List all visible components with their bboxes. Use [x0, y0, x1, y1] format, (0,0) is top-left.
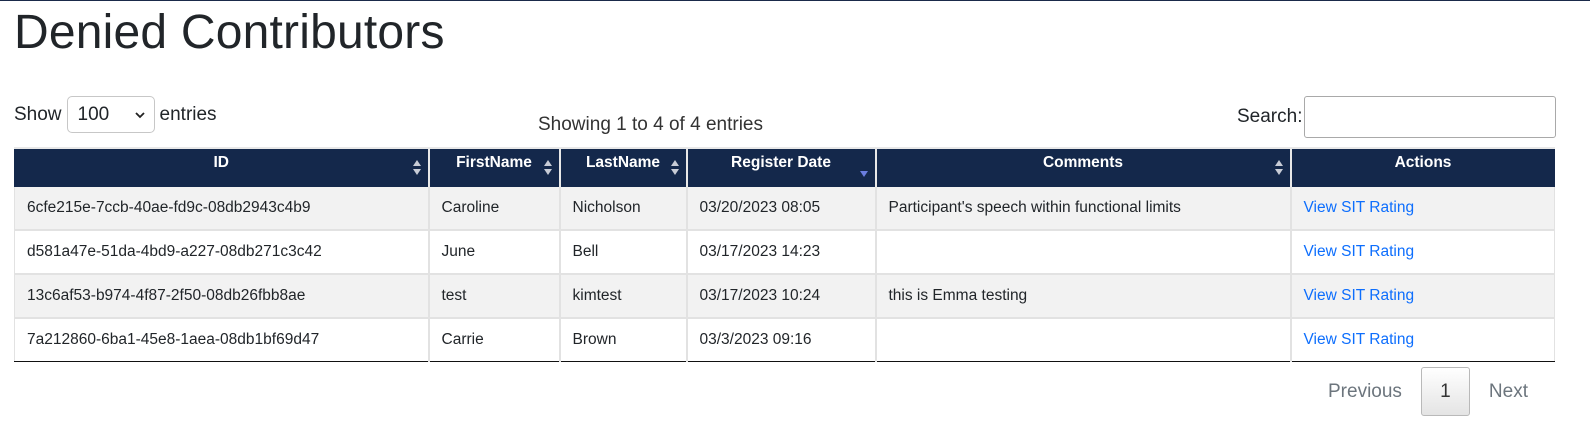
sort-both-icon	[412, 160, 421, 175]
table-row: 7a212860-6ba1-45e8-1aea-08db1bf69d47 Carr…	[14, 318, 1555, 362]
view-sit-rating-link[interactable]: View SIT Rating	[1304, 287, 1415, 304]
cell-id: 6cfe215e-7ccb-40ae-fd9c-08db2943c4b9	[14, 187, 429, 231]
column-header-firstname[interactable]: FirstName	[427, 147, 560, 187]
column-header-label: Actions	[1394, 154, 1452, 171]
table-row: 6cfe215e-7ccb-40ae-fd9c-08db2943c4b9 Caro…	[14, 187, 1555, 231]
entries-per-page-value: 100	[77, 103, 110, 125]
entries-label: entries	[159, 103, 217, 125]
column-header-actions: Actions	[1289, 147, 1555, 187]
sort-descending-icon	[859, 171, 868, 177]
column-header-id[interactable]: ID	[14, 147, 429, 187]
cell-comments	[874, 318, 1291, 362]
search-control: Search:	[1237, 96, 1557, 138]
cell-firstname: Caroline	[427, 187, 560, 231]
column-header-label: ID	[213, 154, 230, 171]
cell-comments: this is Emma testing	[874, 274, 1291, 319]
page-button-current[interactable]: 1	[1420, 367, 1470, 416]
entries-length-control: Show 100 entries	[14, 96, 217, 133]
contributors-table: ID FirstName LastName Register Date Comments…	[14, 147, 1555, 362]
cell-id: d581a47e-51da-4bd9-a227-08db271c3c42	[14, 230, 429, 275]
table-info: Showing 1 to 4 of 4 entries	[538, 114, 763, 135]
column-header-register-date[interactable]: Register Date	[685, 147, 876, 187]
view-sit-rating-link[interactable]: View SIT Rating	[1304, 331, 1415, 348]
sort-both-icon	[1274, 160, 1283, 175]
top-border	[0, 0, 1590, 1]
table-row: 13c6af53-b974-4f87-2f50-08db26fbb8ae test…	[14, 274, 1555, 319]
cell-firstname: Carrie	[427, 318, 560, 362]
previous-page-button[interactable]: Previous	[1309, 367, 1421, 416]
cell-register-date: 03/20/2023 08:05	[685, 187, 876, 231]
table-header-row: ID FirstName LastName Register Date Comments…	[14, 147, 1555, 187]
sort-both-icon	[543, 160, 552, 175]
cell-register-date: 03/17/2023 14:23	[685, 230, 876, 275]
cell-register-date: 03/3/2023 09:16	[685, 318, 876, 362]
cell-actions: View SIT Rating	[1289, 230, 1555, 275]
cell-actions: View SIT Rating	[1289, 274, 1555, 319]
column-header-label: LastName	[585, 154, 661, 171]
cell-lastname: kimtest	[558, 274, 687, 319]
cell-firstname: test	[427, 274, 560, 319]
cell-actions: View SIT Rating	[1289, 318, 1555, 362]
pagination: Previous 1 Next	[1309, 367, 1547, 416]
search-input[interactable]	[1304, 96, 1557, 138]
view-sit-rating-link[interactable]: View SIT Rating	[1304, 199, 1415, 216]
cell-lastname: Nicholson	[558, 187, 687, 231]
table-row: d581a47e-51da-4bd9-a227-08db271c3c42 June…	[14, 230, 1555, 275]
cell-lastname: Brown	[558, 318, 687, 362]
cell-comments: Participant's speech within functional l…	[874, 187, 1291, 231]
page-title: Denied Contributors	[14, 6, 445, 59]
column-header-lastname[interactable]: LastName	[558, 147, 687, 187]
cell-actions: View SIT Rating	[1289, 187, 1555, 231]
entries-per-page-select[interactable]: 100	[66, 96, 155, 133]
sort-both-icon	[670, 160, 679, 175]
column-header-label: Comments	[1042, 154, 1124, 171]
cell-id: 7a212860-6ba1-45e8-1aea-08db1bf69d47	[14, 318, 429, 362]
chevron-down-icon	[134, 111, 145, 118]
table-body: 6cfe215e-7ccb-40ae-fd9c-08db2943c4b9 Caro…	[14, 187, 1555, 362]
show-label: Show	[14, 103, 62, 125]
cell-firstname: June	[427, 230, 560, 275]
cell-comments	[874, 230, 1291, 275]
search-label: Search:	[1237, 106, 1303, 127]
cell-register-date: 03/17/2023 10:24	[685, 274, 876, 319]
cell-id: 13c6af53-b974-4f87-2f50-08db26fbb8ae	[14, 274, 429, 319]
column-header-label: Register Date	[731, 154, 831, 171]
next-page-button[interactable]: Next	[1470, 367, 1547, 416]
column-header-comments[interactable]: Comments	[874, 147, 1291, 187]
view-sit-rating-link[interactable]: View SIT Rating	[1304, 243, 1415, 260]
column-header-label: FirstName	[456, 154, 532, 171]
cell-lastname: Bell	[558, 230, 687, 275]
